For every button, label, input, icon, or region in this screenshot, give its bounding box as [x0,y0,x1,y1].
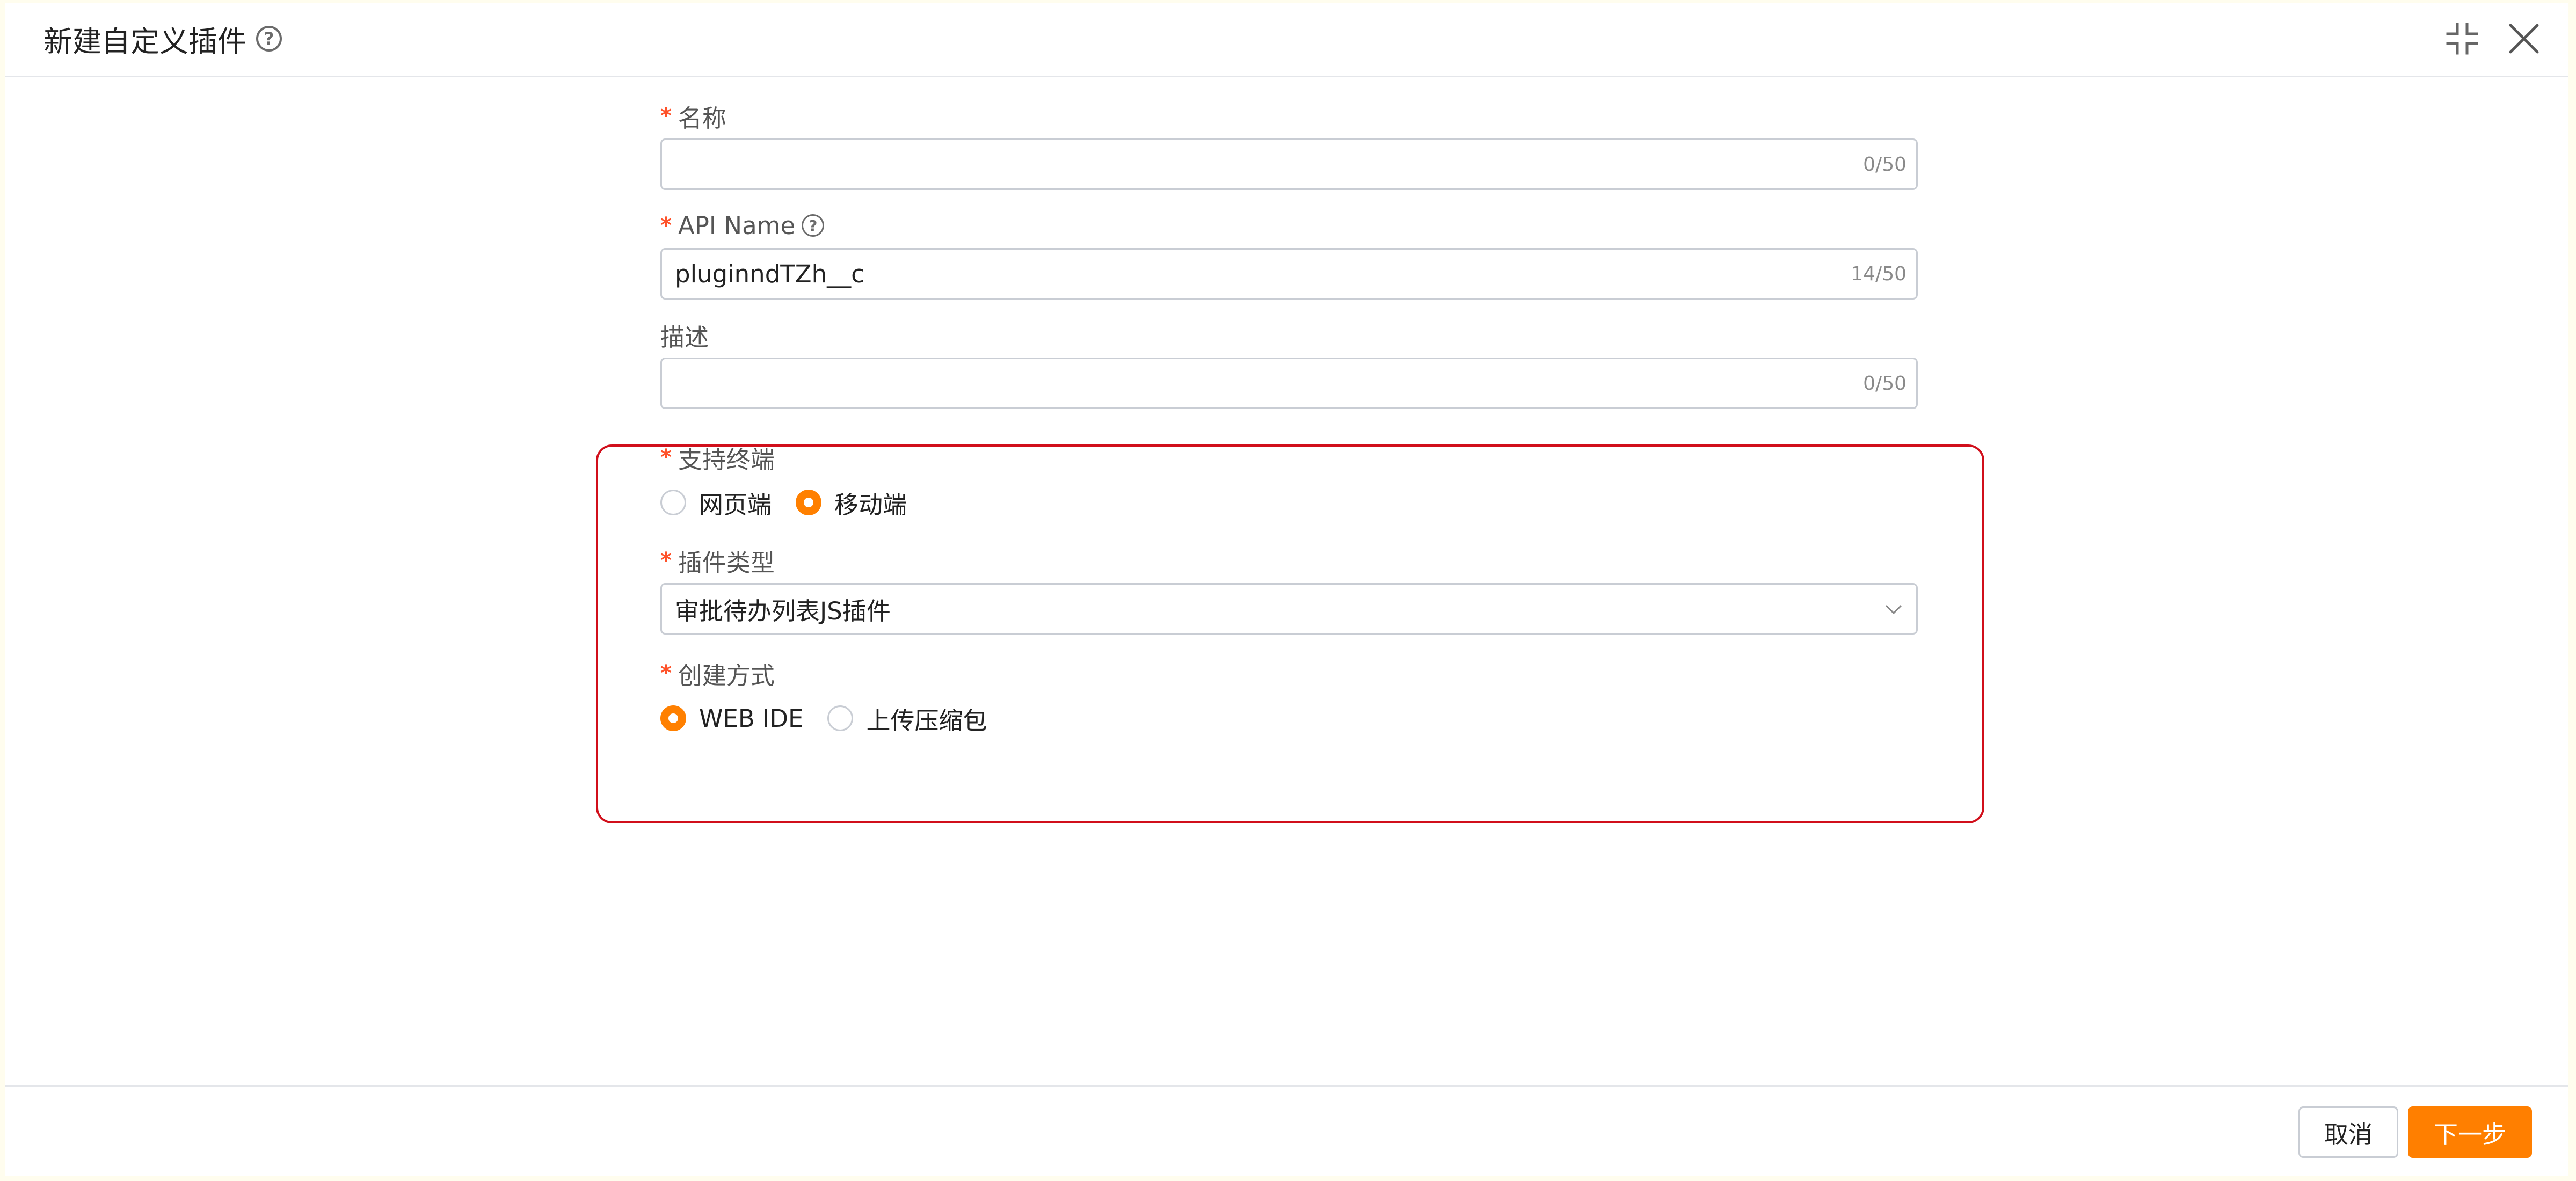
description-field: 描述 0/50 [660,319,1920,409]
description-label-text: 描述 [660,323,709,352]
highlight-annotation-box [596,444,1984,823]
description-input[interactable]: 0/50 [660,358,1918,409]
required-mark: * [660,213,672,238]
api-name-input[interactable]: pluginndTZh__c 14/50 [660,248,1918,300]
name-input[interactable]: 0/50 [660,138,1918,190]
api-name-help-icon[interactable]: ? [802,214,825,237]
cancel-button[interactable]: 取消 [2298,1106,2398,1158]
name-field: * 名称 0/50 [660,100,1920,190]
next-step-button[interactable]: 下一步 [2408,1106,2532,1158]
app-root: 新建自定义插件 ? * 名称 0/50 * API Name ? pluginn… [0,0,2576,1181]
description-label: 描述 [660,319,1920,352]
name-char-counter: 0/50 [1863,153,1906,176]
dialog-footer: 取消 下一步 [5,1085,2568,1176]
dialog-title: 新建自定义插件 ? [43,19,282,59]
close-icon[interactable] [2506,21,2542,56]
description-char-counter: 0/50 [1863,372,1906,395]
collapse-icon[interactable] [2444,21,2480,56]
required-mark: * [660,104,672,128]
api-name-label-text: API Name [678,211,796,240]
dialog-title-text: 新建自定义插件 [43,24,246,59]
help-icon[interactable]: ? [256,26,282,52]
name-label: * 名称 [660,100,1920,133]
name-label-text: 名称 [678,104,726,133]
dialog-header: 新建自定义插件 ? [5,3,2568,77]
create-plugin-dialog: 新建自定义插件 ? * 名称 0/50 * API Name ? pluginn… [5,3,2568,1176]
api-name-input-value: pluginndTZh__c [675,259,864,288]
api-name-field: * API Name ? pluginndTZh__c 14/50 [660,209,1920,300]
api-name-label: * API Name ? [660,209,1920,242]
api-name-char-counter: 14/50 [1851,263,1906,285]
